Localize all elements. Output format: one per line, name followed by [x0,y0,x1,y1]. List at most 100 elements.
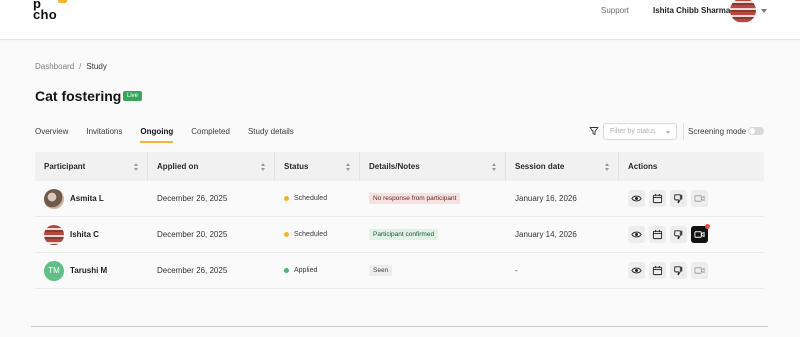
status-badge: Live [123,91,143,101]
reject-button[interactable] [670,262,687,279]
breadcrumb-study: Study [86,62,107,71]
status-dot [284,268,289,273]
schedule-button[interactable] [649,262,666,279]
column-label: Actions [628,162,658,171]
thumbs-down-icon [674,230,683,240]
eye-icon [631,195,642,202]
sort-icon[interactable] [605,163,610,171]
avatar [44,224,64,245]
column-label: Applied on [157,162,199,171]
avatar [44,188,64,209]
thumbs-down-icon [674,194,683,204]
join-session-button[interactable] [691,190,708,207]
reject-button[interactable] [670,226,687,243]
actions-cell [619,181,764,217]
actions-cell [619,217,764,253]
tab-completed[interactable]: Completed [191,127,230,143]
table-row: Asmita L December 26, 2025 Scheduled No … [35,181,764,217]
column-header-details-notes[interactable]: Details/Notes [360,152,506,181]
eye-icon [631,267,642,274]
status-text: Applied [294,267,318,274]
view-button[interactable] [628,262,645,279]
breadcrumb-separator: / [79,62,82,71]
column-header-actions: Actions [619,152,764,181]
session-date-cell: January 16, 2026 [515,194,577,203]
status-text: Scheduled [294,195,328,202]
applied-on-cell: December 26, 2025 [157,194,228,203]
view-button[interactable] [628,226,645,243]
sort-icon[interactable] [134,163,139,171]
calendar-icon [652,265,663,276]
support-link[interactable]: Support [601,6,629,15]
page-divider [31,326,768,327]
join-session-button[interactable] [691,224,710,243]
calendar-icon [652,193,663,204]
join-session-button[interactable] [691,262,708,279]
session-date-cell: January 14, 2026 [515,230,577,239]
thumbs-down-icon [674,266,683,276]
status-filter-placeholder: Filter by status [610,128,656,135]
eye-icon [631,231,642,238]
chevron-down-icon [666,131,670,134]
sort-icon[interactable] [261,163,266,171]
video-icon [694,195,705,202]
table-row: TM Tarushi M December 26, 2025 Applied S… [35,253,764,289]
sort-icon[interactable] [492,163,497,171]
note-tag: No response from participant [369,193,461,204]
column-label: Participant [44,162,86,171]
user-avatar[interactable] [730,0,756,23]
column-label: Status [284,162,309,171]
notes-cell: No response from participant [360,181,506,217]
column-header-participant[interactable]: Participant [35,152,148,181]
participant-cell: Ishita C [35,217,148,253]
logo-accent-mark [58,0,67,3]
filter-icon[interactable] [589,126,599,136]
status-cell: Applied [275,253,360,289]
actions-cell [619,253,764,289]
schedule-button[interactable] [649,190,666,207]
notification-dot [705,224,710,229]
tab-ongoing[interactable]: Ongoing [140,127,173,143]
sort-icon[interactable] [346,163,351,171]
status-cell: Scheduled [275,217,360,253]
column-header-status[interactable]: Status [275,152,360,181]
participants-table: Participant Applied on Status Details/No… [35,152,764,289]
participant-cell: TM Tarushi M [35,253,148,289]
participant-cell: Asmita L [35,181,148,217]
applied-on-cell: December 26, 2025 [157,266,228,275]
status-dot [284,232,289,237]
user-name[interactable]: Ishita Chibb Sharma [653,6,730,15]
avatar: TM [44,260,64,281]
top-bar: p cho Support Ishita Chibb Sharma [0,0,800,40]
reject-button[interactable] [670,190,687,207]
participant-name[interactable]: Ishita C [70,230,99,239]
note-tag: Seen [369,265,393,276]
table-row: Ishita C December 20, 2025 Scheduled Par… [35,217,764,253]
screening-mode-toggle[interactable] [748,127,764,135]
column-header-applied-on[interactable]: Applied on [148,152,275,181]
tab-overview[interactable]: Overview [35,127,68,143]
chevron-down-icon[interactable] [761,9,767,13]
toggle-knob [749,128,755,134]
participant-name[interactable]: Tarushi M [70,266,107,275]
column-header-session-date[interactable]: Session date [506,152,619,181]
notes-cell: Participant confirmed [360,217,506,253]
note-tag: Participant confirmed [369,229,439,240]
participant-name[interactable]: Asmita L [70,194,104,203]
logo[interactable]: p cho [33,0,67,23]
breadcrumb-dashboard[interactable]: Dashboard [35,62,74,71]
logo-line-2: cho [33,7,58,22]
study-tabs: Overview Invitations Ongoing Completed S… [35,127,312,143]
schedule-button[interactable] [649,226,666,243]
status-cell: Scheduled [275,181,360,217]
status-filter-select[interactable]: Filter by status [603,123,677,140]
column-label: Session date [515,162,565,171]
breadcrumb: Dashboard / Study [35,62,107,71]
tab-invitations[interactable]: Invitations [86,127,122,143]
status-text: Scheduled [294,231,328,238]
video-icon [694,267,705,274]
tab-study-details[interactable]: Study details [248,127,294,143]
session-date-cell: - [515,266,518,275]
view-button[interactable] [628,190,645,207]
applied-on-cell: December 20, 2025 [157,230,228,239]
